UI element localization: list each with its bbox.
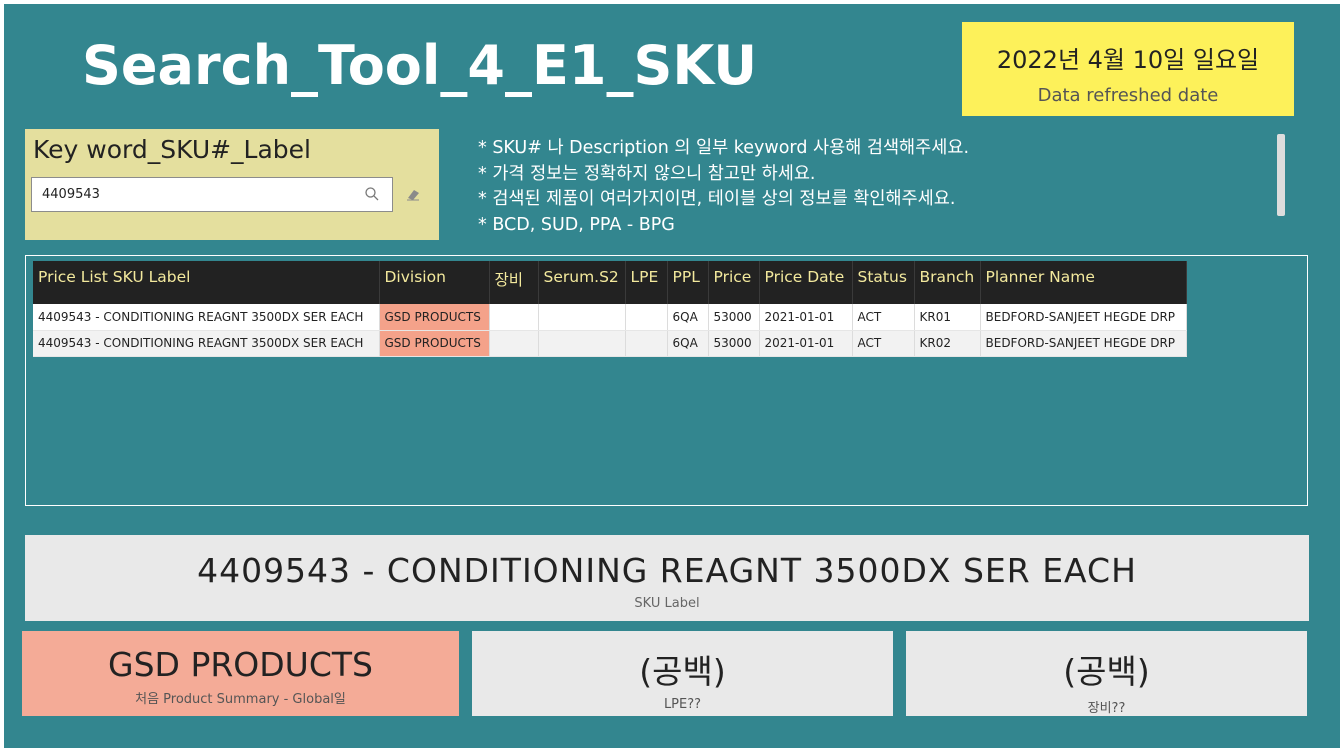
- table-cell: 2021-01-01: [759, 304, 853, 331]
- table-cell: GSD PRODUCTS: [379, 304, 490, 331]
- division-card: GSD PRODUCTS 처음 Product Summary - Global…: [22, 631, 459, 716]
- equipment-card-value: (공백): [1063, 652, 1150, 691]
- column-header[interactable]: Price List SKU Label: [33, 261, 380, 304]
- table-cell: 53000: [708, 330, 760, 357]
- refresh-date-value: 2022년 4월 10일 일요일: [996, 46, 1260, 74]
- sku-label-caption: SKU Label: [634, 596, 700, 611]
- sku-label-card: 4409543 - CONDITIONING REAGNT 3500DX SER…: [25, 535, 1309, 621]
- table-cell: KR01: [914, 304, 981, 331]
- column-header[interactable]: Planner Name: [980, 261, 1187, 304]
- table-row[interactable]: 4409543 - CONDITIONING REAGNT 3500DX SER…: [33, 304, 1187, 331]
- column-header[interactable]: Serum.S2: [538, 261, 626, 304]
- refresh-date-caption: Data refreshed date: [1037, 85, 1219, 106]
- column-header[interactable]: Price: [708, 261, 760, 304]
- search-input-value[interactable]: 4409543: [42, 187, 100, 202]
- lpe-card: (공백) LPE??: [472, 631, 893, 716]
- table-cell: 4409543 - CONDITIONING REAGNT 3500DX SER…: [33, 330, 380, 357]
- table-cell: 2021-01-01: [759, 330, 853, 357]
- division-card-caption: 처음 Product Summary - Global일: [135, 692, 346, 707]
- equipment-card: (공백) 장비??: [906, 631, 1307, 716]
- note-line: * SKU# 나 Description 의 일부 keyword 사용해 검색…: [478, 138, 970, 158]
- table-cell: [625, 304, 668, 331]
- table-cell: KR02: [914, 330, 981, 357]
- table-cell: BEDFORD-SANJEET HEGDE DRP: [980, 304, 1187, 331]
- notes-text: * SKU# 나 Description 의 일부 keyword 사용해 검색…: [478, 136, 969, 238]
- column-header[interactable]: PPL: [667, 261, 709, 304]
- page-title: Search_Tool_4_E1_SKU: [82, 34, 758, 97]
- note-line: * 가격 정보는 정확하지 않으니 참고만 하세요.: [478, 163, 816, 184]
- slicer-title: Key word_SKU#_Label: [33, 135, 312, 164]
- sku-label-value: 4409543 - CONDITIONING REAGNT 3500DX SER…: [197, 551, 1137, 590]
- column-header[interactable]: Price Date: [759, 261, 853, 304]
- sku-table-visual: Price List SKU Label Division 장비 Serum.S…: [25, 255, 1308, 506]
- keyword-slicer: Key word_SKU#_Label 4409543: [25, 129, 439, 240]
- table-cell: [538, 330, 626, 357]
- table-row[interactable]: 4409543 - CONDITIONING REAGNT 3500DX SER…: [33, 330, 1187, 357]
- table-cell: [489, 304, 539, 331]
- table-cell: GSD PRODUCTS: [379, 330, 490, 357]
- notes-scrollbar[interactable]: [1277, 134, 1285, 216]
- table-cell: BEDFORD-SANJEET HEGDE DRP: [980, 330, 1187, 357]
- eraser-icon[interactable]: [405, 186, 421, 202]
- table-cell: [625, 330, 668, 357]
- column-header[interactable]: Branch: [914, 261, 981, 304]
- table-cell: [489, 330, 539, 357]
- table-cell: ACT: [852, 330, 915, 357]
- table-cell: [538, 304, 626, 331]
- table-cell: 6QA: [667, 330, 709, 357]
- search-input[interactable]: 4409543: [31, 177, 393, 212]
- lpe-card-value: (공백): [639, 652, 726, 691]
- column-header[interactable]: Division: [379, 261, 490, 304]
- report-canvas: Search_Tool_4_E1_SKU 2022년 4월 10일 일요일 Da…: [4, 4, 1340, 748]
- table-header-row: Price List SKU Label Division 장비 Serum.S…: [33, 261, 1187, 304]
- division-card-value: GSD PRODUCTS: [108, 645, 373, 684]
- table-cell: ACT: [852, 304, 915, 331]
- refresh-date-card: 2022년 4월 10일 일요일 Data refreshed date: [962, 22, 1294, 116]
- table-cell: 4409543 - CONDITIONING REAGNT 3500DX SER…: [33, 304, 380, 331]
- sku-table: Price List SKU Label Division 장비 Serum.S…: [33, 261, 1187, 357]
- column-header[interactable]: 장비: [489, 261, 539, 304]
- equipment-card-caption: 장비??: [1087, 701, 1126, 716]
- table-cell: 6QA: [667, 304, 709, 331]
- search-icon[interactable]: [364, 186, 380, 202]
- note-line: * 검색된 제품이 여러가지이면, 테이블 상의 정보를 확인해주세요.: [478, 189, 956, 209]
- column-header[interactable]: Status: [852, 261, 915, 304]
- column-header[interactable]: LPE: [625, 261, 668, 304]
- table-cell: 53000: [708, 304, 760, 331]
- lpe-card-caption: LPE??: [663, 697, 702, 712]
- note-line: * BCD, SUD, PPA - BPG: [478, 214, 675, 235]
